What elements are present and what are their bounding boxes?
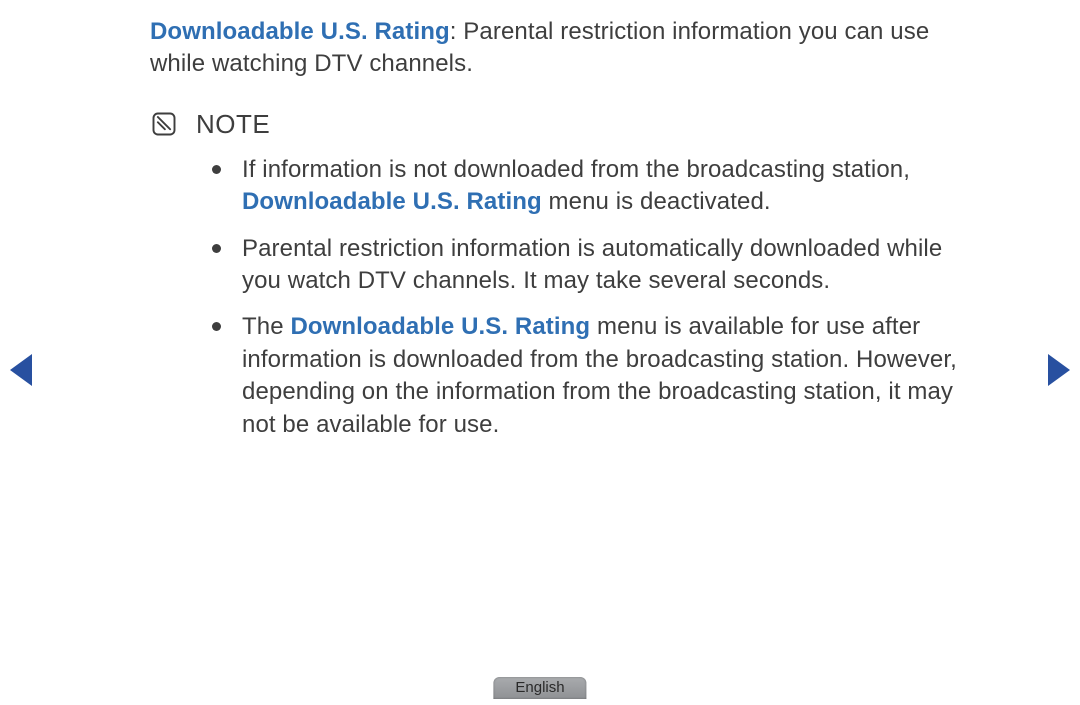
next-page-arrow[interactable] <box>1048 354 1070 386</box>
note-icon <box>150 110 178 138</box>
bullet3-pre: The <box>242 313 290 340</box>
manual-content: Downloadable U.S. Rating: Parental restr… <box>150 16 960 455</box>
note-bullet-list: If information is not downloaded from th… <box>150 154 960 441</box>
bullet2-text: Parental restriction information is auto… <box>242 235 942 294</box>
list-item: Parental restriction information is auto… <box>212 233 960 298</box>
note-row: NOTE <box>150 107 960 142</box>
bullet3-highlight: Downloadable U.S. Rating <box>290 313 590 340</box>
intro-paragraph: Downloadable U.S. Rating: Parental restr… <box>150 16 960 81</box>
language-indicator[interactable]: English <box>493 677 586 699</box>
prev-page-arrow[interactable] <box>10 354 32 386</box>
note-label: NOTE <box>196 107 270 142</box>
bullet1-pre: If information is not downloaded from th… <box>242 156 910 183</box>
intro-highlight: Downloadable U.S. Rating <box>150 18 450 45</box>
bullet1-post: menu is deactivated. <box>542 188 771 215</box>
list-item: The Downloadable U.S. Rating menu is ava… <box>212 311 960 441</box>
list-item: If information is not downloaded from th… <box>212 154 960 219</box>
bullet1-highlight: Downloadable U.S. Rating <box>242 188 542 215</box>
